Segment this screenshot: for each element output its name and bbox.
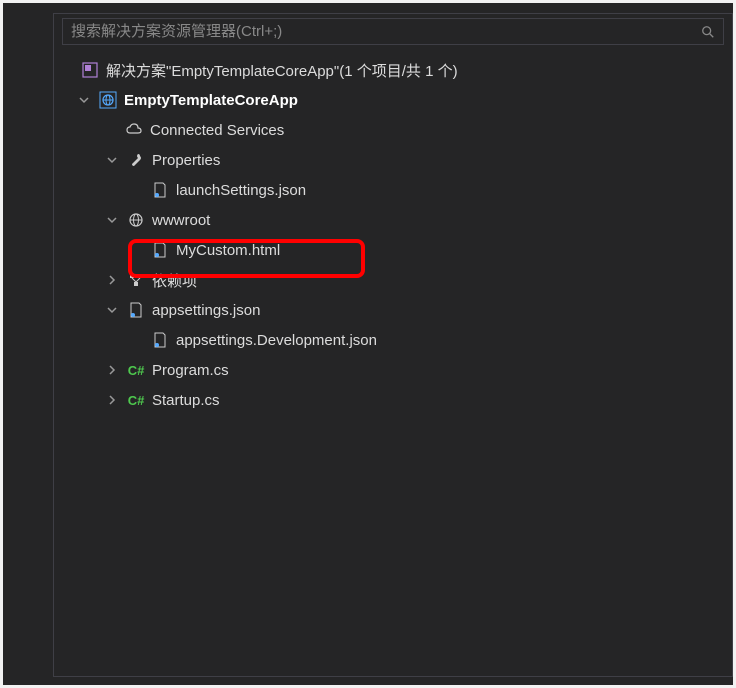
- launchsettings-label: launchSettings.json: [176, 182, 306, 199]
- solution-label: 解决方案"EmptyTemplateCoreApp"(1 个项目/共 1 个): [106, 60, 458, 81]
- startup-label: Startup.cs: [152, 392, 220, 409]
- html-file-icon: [150, 240, 170, 260]
- solution-icon: [80, 60, 100, 80]
- solution-tree: 解决方案"EmptyTemplateCoreApp"(1 个项目/共 1 个) …: [54, 49, 732, 421]
- appsettings-dev-node[interactable]: appsettings.Development.json: [54, 325, 732, 355]
- json-file-icon: [150, 330, 170, 350]
- startup-node[interactable]: C# Startup.cs: [54, 385, 732, 415]
- search-bar[interactable]: [62, 18, 724, 45]
- collapse-arrow-icon[interactable]: [104, 392, 120, 408]
- csharp-icon: C#: [126, 390, 146, 410]
- connected-services-label: Connected Services: [150, 122, 284, 139]
- dependencies-node[interactable]: 依赖项: [54, 265, 732, 295]
- project-label: EmptyTemplateCoreApp: [124, 92, 298, 109]
- json-file-icon: [150, 180, 170, 200]
- globe-icon: [126, 210, 146, 230]
- expand-arrow-icon[interactable]: [104, 302, 120, 318]
- project-node[interactable]: EmptyTemplateCoreApp: [54, 85, 732, 115]
- properties-node[interactable]: Properties: [54, 145, 732, 175]
- csharp-icon: C#: [126, 360, 146, 380]
- json-file-icon: [126, 300, 146, 320]
- collapse-arrow-icon[interactable]: [104, 362, 120, 378]
- connected-services-node[interactable]: Connected Services: [54, 115, 732, 145]
- dependencies-icon: [126, 270, 146, 290]
- search-input[interactable]: [71, 23, 701, 40]
- appsettings-node[interactable]: appsettings.json: [54, 295, 732, 325]
- expand-arrow-icon[interactable]: [76, 92, 92, 108]
- mycustom-node[interactable]: MyCustom.html: [54, 235, 732, 265]
- properties-label: Properties: [152, 152, 220, 169]
- launchsettings-node[interactable]: launchSettings.json: [54, 175, 732, 205]
- mycustom-label: MyCustom.html: [176, 242, 280, 259]
- wwwroot-label: wwwroot: [152, 212, 210, 229]
- wrench-icon: [126, 150, 146, 170]
- expand-arrow-icon[interactable]: [104, 152, 120, 168]
- expand-arrow-icon[interactable]: [104, 212, 120, 228]
- solution-explorer-panel: 解决方案"EmptyTemplateCoreApp"(1 个项目/共 1 个) …: [53, 13, 733, 677]
- program-node[interactable]: C# Program.cs: [54, 355, 732, 385]
- appsettings-label: appsettings.json: [152, 302, 260, 319]
- solution-node[interactable]: 解决方案"EmptyTemplateCoreApp"(1 个项目/共 1 个): [54, 55, 732, 85]
- search-dropdown-icon[interactable]: [701, 25, 715, 39]
- appsettings-dev-label: appsettings.Development.json: [176, 332, 377, 349]
- globe-icon: [98, 90, 118, 110]
- cloud-icon: [124, 120, 144, 140]
- dependencies-label: 依赖项: [152, 270, 197, 291]
- program-label: Program.cs: [152, 362, 229, 379]
- wwwroot-node[interactable]: wwwroot: [54, 205, 732, 235]
- collapse-arrow-icon[interactable]: [104, 272, 120, 288]
